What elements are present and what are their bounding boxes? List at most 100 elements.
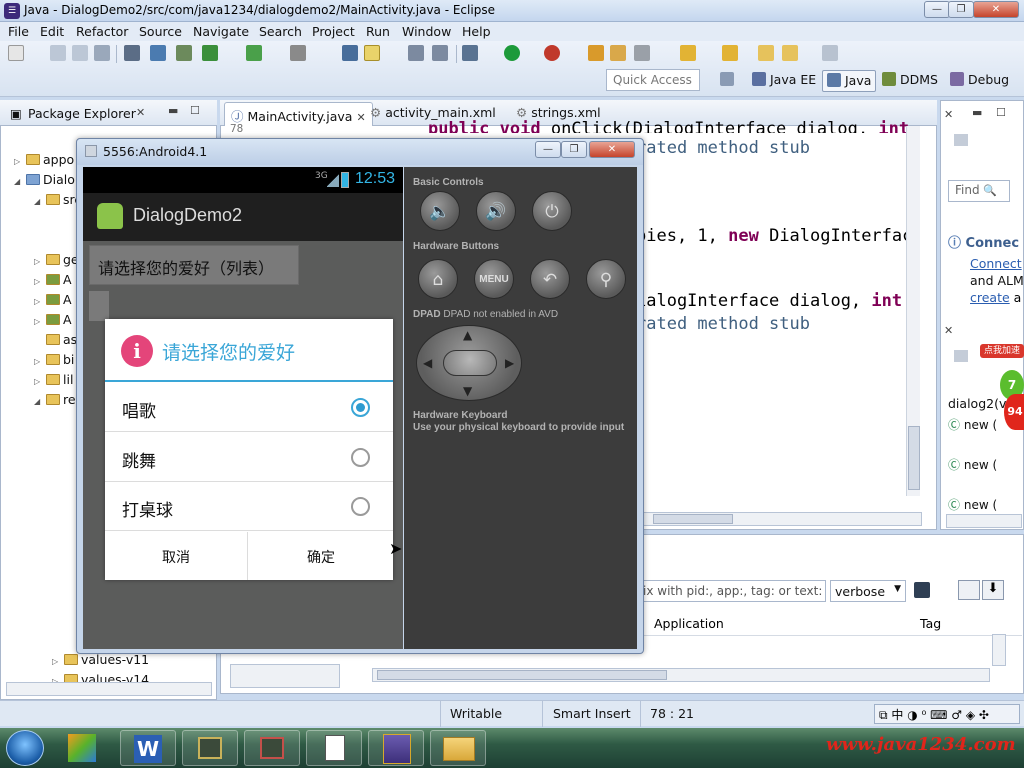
dpad-left-icon[interactable]: ◀ <box>423 356 432 370</box>
list-dialog-button[interactable]: 请选择您的爱好（列表） <box>89 245 299 285</box>
menu-navigate[interactable]: Navigate <box>193 24 249 39</box>
dpad-up-icon[interactable]: ▲ <box>463 328 472 342</box>
maximize-view-icon[interactable]: ☐ <box>190 104 200 117</box>
scroll-lock-icon[interactable]: ⬇ <box>982 580 1004 600</box>
back-icon[interactable]: ↶ <box>530 259 570 299</box>
tree-item[interactable]: ▷ A <box>34 312 72 327</box>
menu-window[interactable]: Window <box>402 24 451 39</box>
start-button[interactable] <box>6 730 44 766</box>
search-icon[interactable]: ⚲ <box>586 259 626 299</box>
checkbox-icon[interactable] <box>202 45 218 61</box>
column-application[interactable]: Application <box>654 616 724 631</box>
emulator-close-button[interactable]: ✕ <box>589 141 635 158</box>
back-icon[interactable] <box>782 45 798 61</box>
menu-project[interactable]: Project <box>312 24 355 39</box>
forward-icon[interactable] <box>822 45 838 61</box>
tree-item[interactable]: as <box>46 332 77 347</box>
toggle-view-icon[interactable] <box>958 580 980 600</box>
cancel-button[interactable]: 取消 <box>105 532 248 580</box>
menu-source[interactable]: Source <box>139 24 182 39</box>
bug-icon[interactable] <box>462 45 478 61</box>
emulator-minimize-button[interactable]: — <box>535 141 561 158</box>
word-icon[interactable]: W <box>120 730 176 766</box>
maximize-view-icon[interactable]: ☐ <box>996 106 1006 119</box>
search-tool-icon[interactable] <box>342 45 358 61</box>
tree-item[interactable]: ▷ bi <box>34 352 74 367</box>
sdk-manager-icon[interactable] <box>176 45 192 61</box>
menu-refactor[interactable]: Refactor <box>76 24 128 39</box>
quick-access-input[interactable]: Quick Access <box>606 69 700 91</box>
dpad-right-icon[interactable]: ▶ <box>505 356 514 370</box>
perspective-debug[interactable]: Debug <box>950 72 1009 87</box>
dialog-option[interactable]: 唱歌 <box>105 383 393 432</box>
log-level-select[interactable]: verbose ▼ <box>830 580 906 602</box>
dialog-option[interactable]: 打桌球 <box>105 482 393 531</box>
open-folder-icon[interactable] <box>588 45 604 61</box>
menu-help[interactable]: Help <box>462 24 491 39</box>
vertical-scrollbar[interactable] <box>906 126 920 496</box>
close-icon[interactable]: ✕ <box>944 108 953 121</box>
connect-link[interactable]: Connect <box>970 256 1022 271</box>
create-link[interactable]: create <box>970 290 1010 305</box>
open-type-icon[interactable] <box>290 45 306 61</box>
emulator-maximize-button[interactable]: ❐ <box>561 141 587 158</box>
horizontal-scrollbar[interactable] <box>230 664 340 688</box>
highlight-icon[interactable] <box>364 45 380 61</box>
document-icon[interactable] <box>306 730 362 766</box>
menu-file[interactable]: File <box>8 24 29 39</box>
format-icon[interactable] <box>408 45 424 61</box>
tree-item[interactable]: ◢ src <box>34 192 81 207</box>
radio-button[interactable] <box>351 497 370 516</box>
close-button[interactable]: ✕ <box>973 1 1019 18</box>
power-icon[interactable]: ⏻ <box>532 191 572 231</box>
java-ee-ide-icon[interactable] <box>368 730 424 766</box>
debug-tool-icon[interactable] <box>124 45 140 61</box>
outline-item[interactable]: Ⓒ new ( <box>948 456 997 473</box>
new-icon[interactable] <box>8 45 24 61</box>
column-tag[interactable]: Tag <box>920 616 941 631</box>
tree-item[interactable]: ▷ A <box>34 292 72 307</box>
save-all-icon[interactable] <box>72 45 88 61</box>
horizontal-scrollbar[interactable] <box>372 668 990 682</box>
volume-down-icon[interactable]: 🔈 <box>420 191 460 231</box>
ok-button[interactable]: 确定 <box>249 532 393 580</box>
tree-item[interactable]: ▷ A <box>34 272 72 287</box>
task-icon[interactable] <box>954 134 968 146</box>
ime-toolbar[interactable]: ⧉ 中 ◑ ⁰ ⌨ ♂ ◈ ✣ <box>874 704 1020 724</box>
menu-edit[interactable]: Edit <box>40 24 64 39</box>
folder-icon[interactable] <box>610 45 626 61</box>
app-icon[interactable] <box>182 730 238 766</box>
volume-up-icon[interactable]: 🔊 <box>476 191 516 231</box>
tree-item[interactable]: ▷ lil <box>34 372 73 387</box>
dpad-down-icon[interactable]: ▼ <box>463 384 472 398</box>
package-explorer-tab[interactable]: ▣ Package Explorer ✕ ▬ ☐ <box>0 100 217 126</box>
tab-strings-xml[interactable]: ⚙ strings.xml <box>516 105 601 120</box>
menu-hw-button[interactable]: MENU <box>474 259 514 299</box>
perspective-java[interactable]: Java <box>822 70 877 92</box>
minimize-view-icon[interactable]: ▬ <box>972 106 982 119</box>
menu-run[interactable]: Run <box>366 24 390 39</box>
office-icon[interactable] <box>56 730 112 766</box>
dpad-center-button[interactable] <box>443 350 497 376</box>
find-input[interactable]: Find 🔍 <box>948 180 1010 202</box>
next-annotation-icon[interactable] <box>680 45 696 61</box>
tree-item[interactable]: ▷ appo <box>14 152 74 167</box>
radio-button[interactable] <box>351 398 370 417</box>
close-icon[interactable]: ✕ <box>356 111 365 124</box>
prev-annotation-icon[interactable] <box>722 45 738 61</box>
explorer-folder-icon[interactable] <box>430 730 486 766</box>
horizontal-scrollbar[interactable] <box>6 682 212 696</box>
android-icon[interactable] <box>246 45 262 61</box>
app-icon[interactable] <box>244 730 300 766</box>
hidden-button[interactable] <box>89 291 109 321</box>
pencil-icon[interactable] <box>634 45 650 61</box>
dpad[interactable]: ▲ ▼ ◀ ▶ <box>416 325 522 401</box>
print-icon[interactable] <box>94 45 110 61</box>
paragraph-icon[interactable] <box>432 45 448 61</box>
horizontal-scrollbar[interactable] <box>946 514 1022 528</box>
run-icon[interactable] <box>504 45 520 61</box>
outline-item[interactable]: Ⓒ new ( <box>948 416 997 433</box>
minimize-view-icon[interactable]: ▬ <box>168 104 178 117</box>
speedup-number[interactable]: 94 <box>1004 394 1024 430</box>
outline-root-label[interactable]: dialog2(v <box>948 396 1006 411</box>
